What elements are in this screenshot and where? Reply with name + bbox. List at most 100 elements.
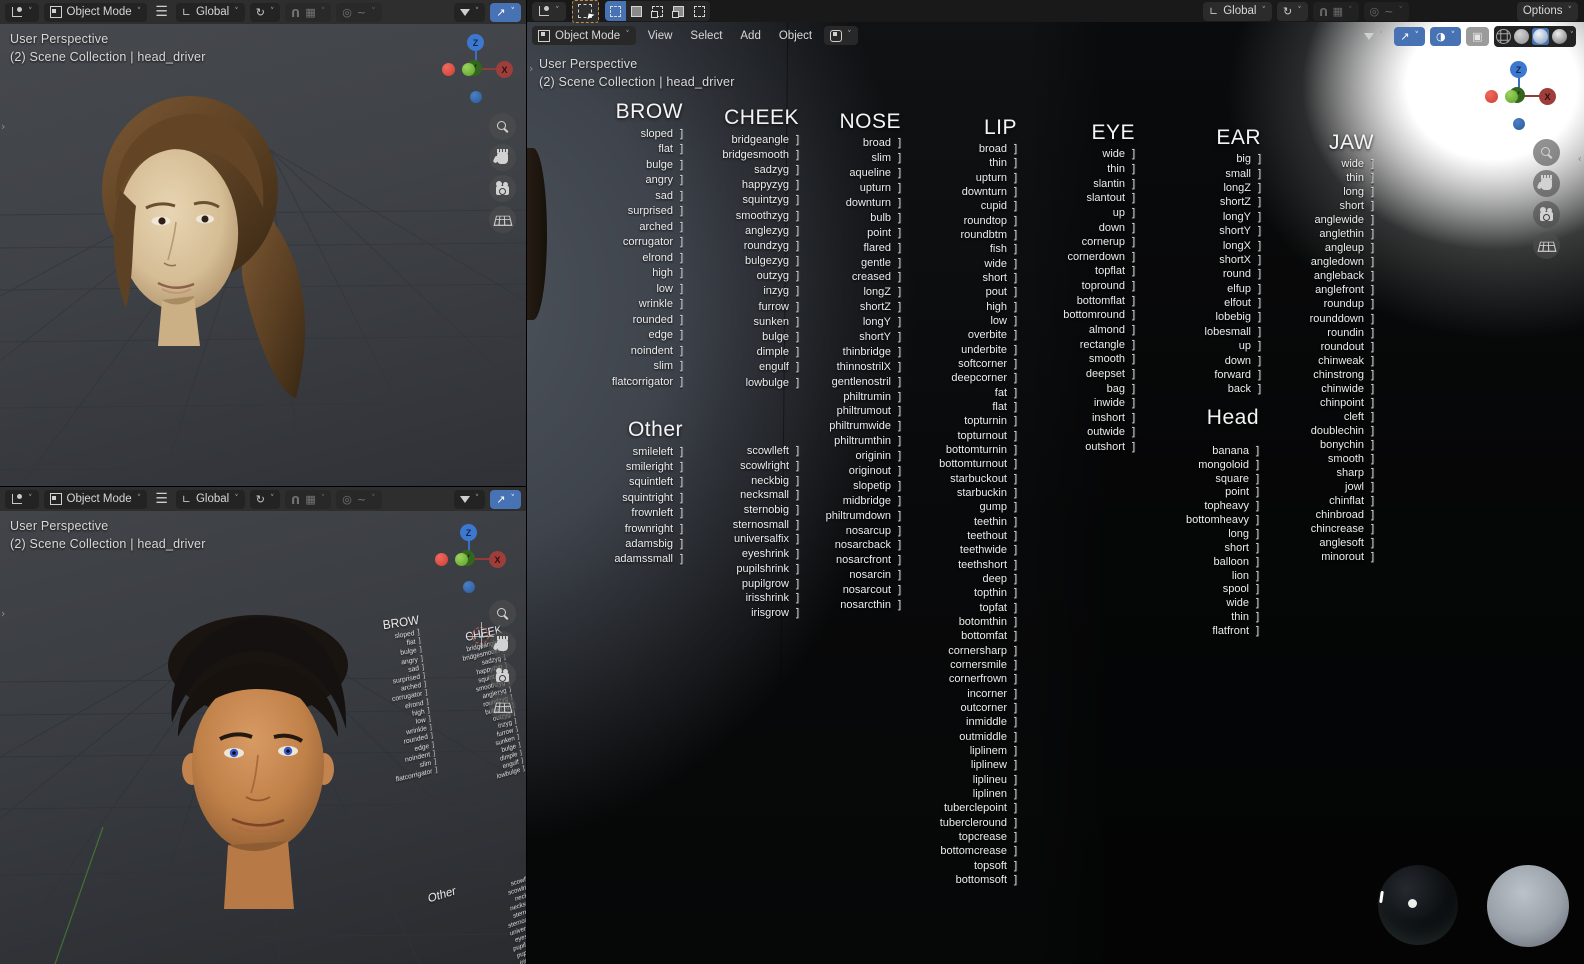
rig-slider-row[interactable]: slantout]: [1027, 191, 1137, 206]
rig-slider-row[interactable]: cleft]: [1268, 410, 1376, 424]
rig-slider-row[interactable]: topsoft]: [907, 858, 1019, 873]
mode-select[interactable]: Object Mode ˅: [43, 2, 148, 22]
slider-handle-icon[interactable]: ]: [1012, 486, 1019, 500]
orientation-select[interactable]: ∟ Global ˅: [175, 2, 245, 22]
overlays-toggle[interactable]: ◑ ˅: [1429, 27, 1462, 46]
rig-slider-row[interactable]: slopetip]: [791, 478, 903, 493]
rig-slider-row[interactable]: sadzyg]: [685, 162, 801, 177]
rig-slider-row[interactable]: downturn]: [907, 185, 1019, 199]
pivot-point-select[interactable]: ↻ ˅: [1276, 1, 1308, 21]
rig-slider-row[interactable]: thin]: [1268, 171, 1376, 185]
gizmo-z-axis[interactable]: Z: [1510, 61, 1527, 78]
slider-handle-icon[interactable]: ]: [896, 181, 903, 195]
selectability-filter-button[interactable]: ˅: [453, 489, 486, 509]
rig-slider-row[interactable]: bottomcrease]: [907, 844, 1019, 858]
rig-slider-row[interactable]: irisshrink]: [685, 591, 801, 606]
slider-handle-icon[interactable]: ]: [896, 553, 903, 567]
orientation-select[interactable]: ∟ Global ˅: [1203, 1, 1272, 21]
rig-slider-row[interactable]: cornersharp]: [907, 643, 1019, 658]
matte-sphere-object[interactable]: [1487, 865, 1569, 947]
rig-slider-row[interactable]: thinbridge]: [791, 344, 903, 359]
rig-slider-row[interactable]: frownright]: [569, 521, 685, 536]
slider-handle-icon[interactable]: ]: [1369, 283, 1376, 297]
rig-slider-row[interactable]: happyzyg]: [685, 178, 801, 193]
slider-handle-icon[interactable]: ]: [896, 360, 903, 374]
rig-slider-row[interactable]: longY]: [791, 315, 903, 330]
slider-handle-icon[interactable]: ]: [678, 491, 685, 505]
gizmo-x-axis[interactable]: X: [489, 551, 506, 568]
slider-handle-icon[interactable]: ]: [678, 189, 685, 203]
rig-slider-row[interactable]: elfup]: [1155, 282, 1263, 296]
rig-slider-row[interactable]: fish]: [907, 242, 1019, 256]
rig-slider-row[interactable]: pupilshrink]: [685, 562, 801, 577]
slider-handle-icon[interactable]: ]: [1012, 572, 1019, 586]
rig-slider-row[interactable]: spool]: [1147, 582, 1261, 596]
rig-slider-row[interactable]: liplinem]: [907, 744, 1019, 758]
viewport-3d-canvas-bottom[interactable]: BROW sloped] flat] bulge] angry] sad] surpris…: [0, 487, 526, 964]
slider-handle-icon[interactable]: ]: [1130, 264, 1137, 278]
rig-slider-row[interactable]: bottomheavy]: [1147, 513, 1261, 527]
slider-handle-icon[interactable]: ]: [1256, 152, 1263, 166]
gizmos-toggle[interactable]: ↗ ˅: [1394, 27, 1425, 46]
gizmo-neg-x-ball[interactable]: [442, 63, 455, 76]
slider-handle-icon[interactable]: ]: [1012, 328, 1019, 342]
rig-slider-row[interactable]: almond]: [1027, 323, 1137, 338]
slider-handle-icon[interactable]: ]: [433, 765, 439, 774]
slider-handle-icon[interactable]: ]: [678, 127, 685, 141]
nav-gizmo[interactable]: Y Z X: [1484, 61, 1556, 133]
slider-handle-icon[interactable]: ]: [678, 522, 685, 536]
rig-slider-row[interactable]: down]: [1155, 353, 1263, 368]
rig-slider-row[interactable]: bottomturnout]: [907, 457, 1019, 471]
slider-handle-icon[interactable]: ]: [1130, 177, 1137, 191]
options-button[interactable]: Options ˅: [1516, 1, 1578, 21]
proportional-edit-toggle[interactable]: ◎ ~ ˅: [336, 489, 382, 509]
slider-handle-icon[interactable]: ]: [1254, 569, 1261, 583]
gizmo-x-axis[interactable]: X: [496, 61, 513, 78]
gizmo-neg-z-ball[interactable]: [470, 91, 482, 103]
slider-handle-icon[interactable]: ]: [1369, 312, 1376, 326]
rig-slider-row[interactable]: down]: [1027, 220, 1137, 235]
slider-handle-icon[interactable]: ]: [1012, 429, 1019, 443]
rig-slider-row[interactable]: long]: [1268, 185, 1376, 199]
slider-handle-icon[interactable]: ]: [1369, 340, 1376, 354]
rig-slider-row[interactable]: underbite]: [907, 343, 1019, 357]
slider-handle-icon[interactable]: ]: [1130, 162, 1137, 176]
rig-slider-row[interactable]: teethshort]: [907, 558, 1019, 572]
slider-handle-icon[interactable]: ]: [1012, 214, 1019, 228]
slider-handle-icon[interactable]: ]: [1369, 424, 1376, 438]
object-linked-state[interactable]: ˅: [824, 26, 858, 45]
slider-handle-icon[interactable]: ]: [1256, 282, 1263, 296]
rig-slider-row[interactable]: nosarcout]: [791, 583, 903, 598]
rig-slider-row[interactable]: outwide]: [1027, 425, 1137, 440]
slider-handle-icon[interactable]: ]: [1012, 744, 1019, 758]
rig-slider-row[interactable]: nosarcthin]: [791, 598, 903, 613]
3d-cursor[interactable]: [467, 622, 494, 649]
rig-slider-row[interactable]: thinnostrilX]: [791, 359, 903, 374]
rig-slider-row[interactable]: pupilgrow]: [685, 576, 801, 591]
pan-button[interactable]: [1533, 170, 1560, 197]
rig-slider-row[interactable]: cupid]: [907, 199, 1019, 213]
rig-slider-row[interactable]: philtrumin]: [791, 389, 903, 404]
rig-slider-row[interactable]: bottomsoft]: [907, 873, 1019, 887]
active-tool-select-box[interactable]: [571, 0, 599, 23]
rig-slider-row[interactable]: originout]: [791, 464, 903, 479]
rig-slider-row[interactable]: gentlenostril]: [791, 374, 903, 389]
rig-slider-row[interactable]: squintright]: [569, 490, 685, 505]
slider-handle-icon[interactable]: ]: [896, 256, 903, 270]
slider-handle-icon[interactable]: ]: [1012, 658, 1019, 672]
rig-slider-row[interactable]: lowbulge]: [685, 375, 801, 390]
rig-slider-row[interactable]: bottomflat]: [1027, 293, 1137, 308]
ortho-toggle-button[interactable]: [489, 206, 516, 233]
gizmo-y-ball[interactable]: [455, 553, 468, 566]
slider-handle-icon[interactable]: ]: [1256, 239, 1263, 253]
slider-handle-icon[interactable]: ]: [896, 241, 903, 255]
slider-handle-icon[interactable]: ]: [794, 562, 801, 576]
slider-handle-icon[interactable]: ]: [1256, 210, 1263, 224]
slider-handle-icon[interactable]: ]: [678, 173, 685, 187]
slider-handle-icon[interactable]: ]: [794, 444, 801, 458]
rig-slider-row[interactable]: roundin]: [1268, 326, 1376, 340]
slider-handle-icon[interactable]: ]: [1130, 352, 1137, 366]
rig-slider-row[interactable]: flatfront]: [1147, 624, 1261, 638]
slider-handle-icon[interactable]: ]: [1012, 199, 1019, 213]
rig-slider-row[interactable]: gump]: [907, 500, 1019, 514]
